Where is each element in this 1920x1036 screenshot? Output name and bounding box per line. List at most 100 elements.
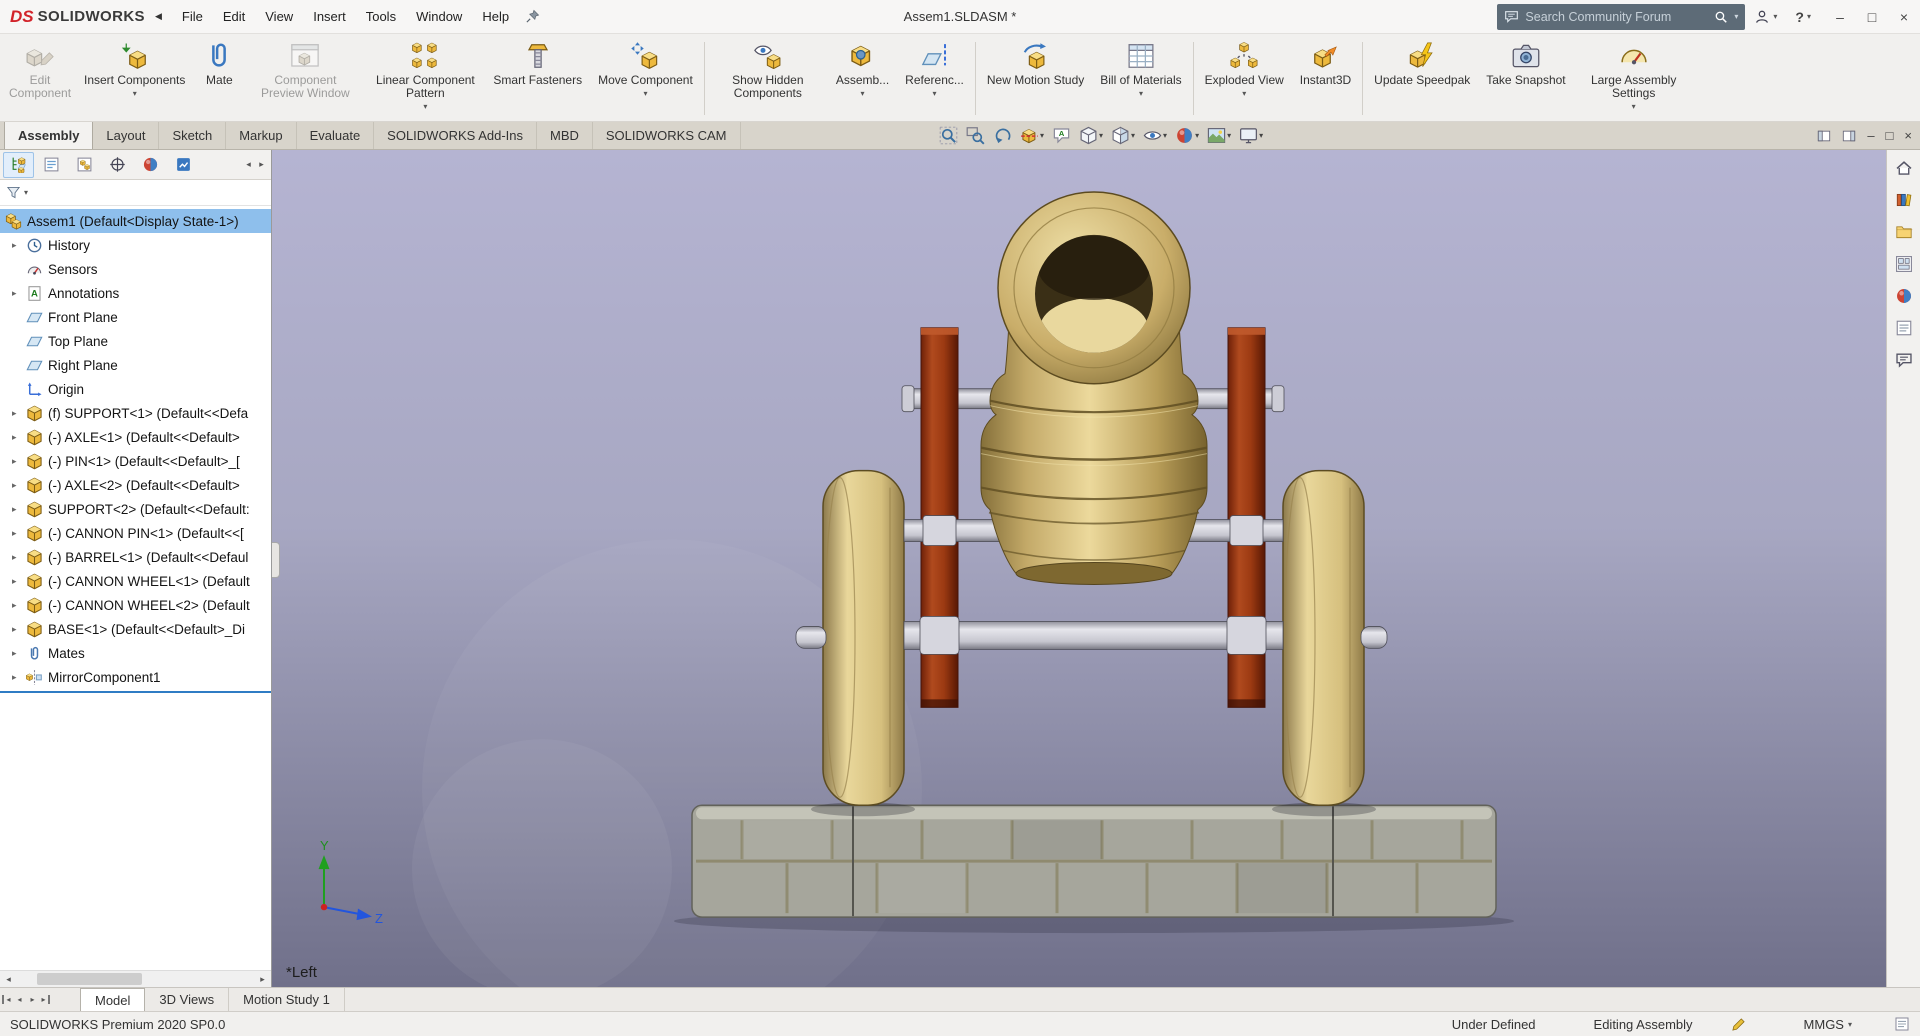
custom-properties-icon[interactable] <box>1894 1016 1910 1032</box>
command-tab[interactable]: MBD <box>537 122 593 149</box>
barrel-part[interactable] <box>980 191 1208 585</box>
cannon-wheel-right-part[interactable] <box>1282 469 1365 806</box>
mate-button[interactable]: Mate ▾ <box>193 36 245 121</box>
search-icon[interactable] <box>1714 10 1728 24</box>
user-account-button[interactable]: ▾ <box>1745 0 1786 33</box>
tree-item[interactable]: ▸ (f) SUPPORT<1> (Default<<Defa <box>0 401 271 425</box>
tree-item[interactable]: ▸ Right Plane <box>0 353 271 377</box>
first-tab-icon[interactable]: ◂ <box>2 995 13 1004</box>
help-button[interactable]: ? ▾ <box>1786 0 1820 33</box>
hide-show-items-button[interactable]: ▾ <box>1140 124 1170 147</box>
section-view-button[interactable]: ▾ <box>1017 124 1047 147</box>
document-tab[interactable]: Motion Study 1 <box>229 988 345 1011</box>
expand-arrow-icon[interactable]: ▸ <box>12 672 26 683</box>
tree-item[interactable]: ▸ Sensors <box>0 257 271 281</box>
scrollbar-thumb[interactable] <box>37 973 142 985</box>
appearances-scenes-tab[interactable] <box>1890 283 1918 308</box>
menu-item[interactable]: Insert <box>303 0 356 34</box>
dropdown-caret-icon[interactable]: ▾ <box>423 102 427 111</box>
tree-item[interactable]: ▸ (-) AXLE<1> (Default<<Default> <box>0 425 271 449</box>
zoom-to-area-button[interactable]: ▾ <box>963 124 988 147</box>
expand-arrow-icon[interactable]: ▸ <box>12 456 26 467</box>
zoom-to-fit-button[interactable]: ▾ <box>936 124 961 147</box>
dropdown-caret-icon[interactable]: ▾ <box>1099 131 1103 140</box>
dimxpertmanager-tab[interactable] <box>102 152 133 178</box>
panel-splitter-handle[interactable] <box>272 542 280 578</box>
cannon-wheel-left-part[interactable] <box>822 469 905 806</box>
dropdown-caret-icon[interactable]: ▾ <box>1040 131 1044 140</box>
dropdown-caret-icon[interactable]: ▾ <box>133 89 137 98</box>
document-tab[interactable]: Model <box>80 988 146 1011</box>
expand-arrow-icon[interactable]: ▸ <box>12 480 26 491</box>
expand-arrow-icon[interactable]: ▸ <box>12 288 26 299</box>
view-orientation-button[interactable]: ▾ <box>1076 124 1106 147</box>
home-tab[interactable] <box>1890 155 1918 180</box>
menu-item[interactable]: File <box>172 0 213 34</box>
insert-components-button[interactable]: Insert Components ▾ <box>76 36 193 121</box>
tree-item[interactable]: ▸ BASE<1> (Default<<Default>_Di <box>0 617 271 641</box>
menu-item[interactable]: Edit <box>213 0 255 34</box>
pane-left-icon[interactable] <box>1817 129 1831 143</box>
large-assembly-settings-button[interactable]: Large Assembly Settings ▾ <box>1574 36 1694 121</box>
tree-item[interactable]: ▸ SUPPORT<2> (Default<<Default: <box>0 497 271 521</box>
menu-item[interactable]: Help <box>472 0 519 34</box>
scroll-right-icon[interactable]: ▸ <box>254 974 271 985</box>
expand-arrow-icon[interactable]: ▸ <box>12 648 26 659</box>
dropdown-caret-icon[interactable]: ▾ <box>1227 131 1231 140</box>
tree-item[interactable]: ▸ History <box>0 233 271 257</box>
tree-item[interactable]: ▸ Front Plane <box>0 305 271 329</box>
dropdown-caret-icon[interactable]: ▾ <box>1131 131 1135 140</box>
smart-fasteners-button[interactable]: Smart Fasteners ▾ <box>485 36 590 121</box>
expand-arrow-icon[interactable]: ▸ <box>12 600 26 611</box>
show-hidden-components-button[interactable]: Show Hidden Components ▾ <box>708 36 828 121</box>
command-tab[interactable]: SOLIDWORKS Add-Ins <box>374 122 537 149</box>
tree-item[interactable]: ▸ (-) CANNON WHEEL<2> (Default <box>0 593 271 617</box>
expand-arrow-icon[interactable]: ▸ <box>12 408 26 419</box>
assembly-features-button[interactable]: Assemb... ▾ <box>828 36 897 121</box>
search-input[interactable]: Search Community Forum <box>1525 10 1708 24</box>
take-snapshot-button[interactable]: Take Snapshot ▾ <box>1478 36 1573 121</box>
display-style-button[interactable]: ▾ <box>1108 124 1138 147</box>
expand-arrow-icon[interactable]: ▸ <box>12 432 26 443</box>
exploded-view-button[interactable]: Exploded View ▾ <box>1197 36 1292 121</box>
search-options-caret-icon[interactable]: ▾ <box>1734 12 1738 21</box>
custom-properties-tab[interactable] <box>1890 315 1918 340</box>
expand-arrow-icon[interactable]: ▸ <box>12 624 26 635</box>
command-tab[interactable]: Evaluate <box>297 122 375 149</box>
doc-minimize-button[interactable]: – <box>1867 128 1874 143</box>
command-tab[interactable]: Markup <box>226 122 297 149</box>
menu-item[interactable]: Window <box>406 0 472 34</box>
edit-appearance-button[interactable]: ▾ <box>1172 124 1202 147</box>
expand-arrow-icon[interactable]: ▸ <box>12 504 26 515</box>
3d-scene[interactable]: Y Z <box>272 150 1886 987</box>
menu-item[interactable]: Tools <box>356 0 406 34</box>
tree-item[interactable]: ▸ Mates <box>0 641 271 665</box>
filter-caret-icon[interactable]: ▾ <box>24 188 28 197</box>
dropdown-caret-icon[interactable]: ▾ <box>933 89 937 98</box>
component-preview-window-button[interactable]: Component Preview Window ▾ <box>245 36 365 121</box>
filter-icon[interactable] <box>6 185 21 200</box>
view-palette-tab[interactable] <box>1890 251 1918 276</box>
propertymanager-tab[interactable] <box>36 152 67 178</box>
pane-right-icon[interactable] <box>1842 129 1856 143</box>
dropdown-caret-icon[interactable]: ▾ <box>1139 89 1143 98</box>
configurationmanager-tab[interactable] <box>69 152 100 178</box>
tree-item[interactable]: ▸ (-) CANNON PIN<1> (Default<<[ <box>0 521 271 545</box>
command-tab[interactable]: SOLIDWORKS CAM <box>593 122 741 149</box>
prev-tab-icon[interactable]: ◂ <box>13 995 26 1004</box>
next-tab-icon[interactable]: ▸ <box>26 995 39 1004</box>
tree-item[interactable]: ▸ Top Plane <box>0 329 271 353</box>
menu-collapse-arrow-icon[interactable]: ◀ <box>155 11 162 22</box>
command-tab[interactable]: Layout <box>93 122 160 149</box>
edit-component-button[interactable]: Edit Component ▾ <box>4 36 76 121</box>
dropdown-caret-icon[interactable]: ▾ <box>1242 89 1246 98</box>
tree-item[interactable]: ▸ MirrorComponent1 <box>0 665 271 689</box>
panel-tabs-scroll-left-icon[interactable]: ◂ <box>242 159 255 170</box>
new-motion-study-button[interactable]: New Motion Study ▾ <box>979 36 1092 121</box>
graphics-viewport[interactable]: Y Z *Left <box>272 150 1886 987</box>
panel-tabs-scroll-right-icon[interactable]: ▸ <box>255 159 268 170</box>
expand-arrow-icon[interactable]: ▸ <box>12 240 26 251</box>
instant3d-button[interactable]: Instant3D ▾ <box>1292 36 1359 121</box>
restore-button[interactable]: □ <box>1856 0 1888 33</box>
close-button[interactable]: × <box>1888 0 1920 33</box>
